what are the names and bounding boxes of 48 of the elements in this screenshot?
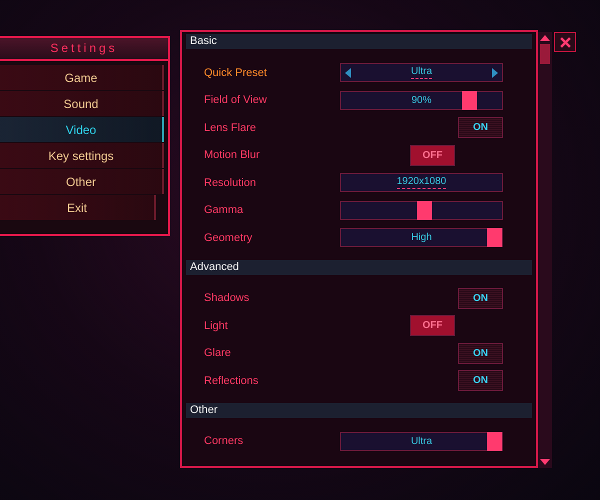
setting-label: Gamma	[204, 204, 244, 216]
slider-thumb[interactable]	[416, 200, 432, 220]
toggle-button[interactable]: ON	[458, 370, 503, 392]
resolution-dropdown[interactable]: 1920x1080	[340, 173, 503, 192]
scrollbar[interactable]	[538, 32, 552, 468]
toggle-button[interactable]: ON	[458, 117, 503, 138]
setting-label: Quick Preset	[204, 66, 268, 79]
slider-value: High	[411, 232, 432, 244]
preset-selector[interactable]: Ultra	[340, 63, 503, 82]
close-icon[interactable]	[560, 36, 570, 48]
setting-label: Resolution	[204, 176, 257, 189]
menu-title: Settings	[0, 38, 168, 61]
close-button[interactable]	[554, 32, 576, 52]
menu-item[interactable]: Key settings	[0, 143, 164, 168]
setting-label: Light	[204, 320, 229, 332]
toggle-button[interactable]: ON	[458, 288, 503, 309]
setting-label: Reflections	[204, 374, 260, 387]
scroll-up-icon[interactable]	[540, 35, 550, 41]
section-header: Other	[186, 402, 532, 418]
toggle-button[interactable]: ON	[458, 342, 503, 364]
menu-item[interactable]: Sound	[0, 91, 164, 116]
setting-label: Glare	[204, 347, 232, 360]
slider-track[interactable]	[340, 200, 503, 220]
setting-label: Shadows	[204, 292, 250, 304]
section-header: Basic	[186, 34, 532, 49]
section-header: Advanced	[186, 260, 532, 274]
setting-label: Field of View	[204, 94, 268, 106]
menu-item[interactable]: Game	[0, 65, 164, 90]
slider-thumb[interactable]	[487, 432, 502, 451]
scroll-down-icon[interactable]	[540, 459, 550, 465]
setting-label: Geometry	[204, 232, 254, 244]
slider-value: Ultra	[410, 436, 432, 447]
menu-item[interactable]: Video	[0, 117, 164, 142]
menu-item[interactable]: Other	[0, 169, 164, 194]
selector-value: Ultra	[410, 66, 432, 80]
slider-thumb[interactable]	[487, 228, 502, 248]
menu-item[interactable]: Exit	[0, 195, 156, 220]
left-arrow-icon[interactable]	[345, 68, 351, 78]
setting-label: Lens Flare	[204, 122, 257, 134]
scrollbar-thumb[interactable]	[540, 44, 550, 64]
slider-track[interactable]: High	[340, 228, 503, 248]
setting-label: Motion Blur	[204, 149, 261, 162]
slider-value: 90%	[411, 94, 432, 106]
slider-track[interactable]: Ultra	[340, 432, 503, 451]
slider-track[interactable]: 90%	[340, 90, 503, 110]
setting-label: Corners	[204, 435, 244, 448]
slider-thumb[interactable]	[462, 90, 478, 110]
right-arrow-icon[interactable]	[492, 68, 498, 78]
